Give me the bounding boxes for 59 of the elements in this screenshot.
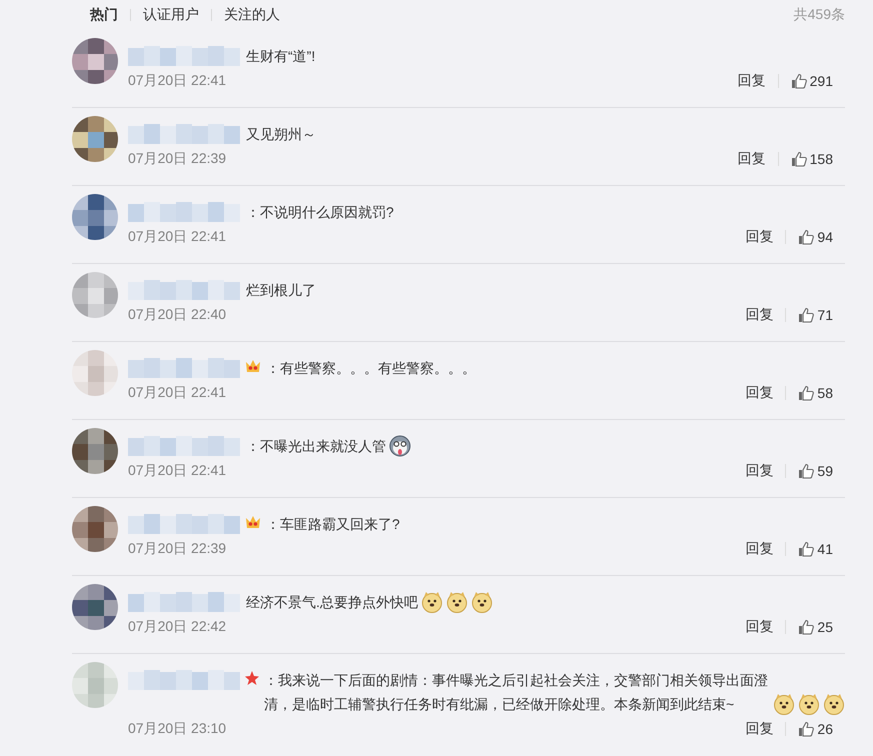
- dog-face-icon: [446, 591, 468, 613]
- comment-time: 07月20日 22:39: [128, 150, 226, 168]
- comment-text: ：不说明什么原因就罚?: [245, 203, 394, 222]
- crown-icon: [244, 358, 262, 374]
- comment-text: ：我来说一下后面的剧情：事件曝光之后引起社会关注，交警部门相关领导出面澄清，是临时工辅警执行任务时有纰漏，已经做开除处理。本条新闻到此结束~: [263, 671, 769, 714]
- like-button[interactable]: 291: [790, 73, 845, 89]
- thumbs-up-icon: [798, 385, 814, 401]
- reply-link[interactable]: 回复: [745, 720, 774, 738]
- reply-link[interactable]: 回复: [745, 228, 774, 246]
- like-button[interactable]: 71: [798, 307, 845, 323]
- comment-text: 烂到根儿了: [245, 281, 316, 300]
- dog-face-icon: [823, 693, 845, 715]
- comment-text: 生财有“道”!: [245, 47, 316, 66]
- comment-time: 07月20日 22:40: [128, 306, 226, 324]
- reply-link[interactable]: 回复: [745, 306, 774, 324]
- comment-text: 又见朔州～: [245, 125, 316, 144]
- thumbs-up-icon: [798, 721, 814, 737]
- like-button[interactable]: 158: [790, 151, 845, 167]
- comment-text: ：不曝光出来就没人管: [245, 437, 386, 456]
- comment-count: 共459条: [794, 6, 845, 24]
- thumbs-up-icon: [798, 463, 814, 479]
- comment-text: ：有些警察。。。有些警察。。。: [265, 359, 476, 378]
- comment-time: 07月20日 22:41: [128, 72, 226, 90]
- thumbs-up-icon: [790, 151, 807, 167]
- comment-tab[interactable]: 认证用户: [143, 6, 199, 24]
- reply-link[interactable]: 回复: [745, 462, 774, 480]
- comment-time: 07月20日 23:10: [128, 720, 226, 738]
- dog-face-icon: [773, 693, 795, 715]
- thumbs-up-icon: [798, 619, 814, 635]
- comment-time: 07月20日 22:42: [128, 618, 226, 636]
- reply-link[interactable]: 回复: [745, 384, 774, 402]
- dog-face-icon: [470, 591, 493, 613]
- comment-text: ：车匪路霸又回来了?: [265, 515, 400, 534]
- comment-time: 07月20日 22:41: [128, 462, 226, 480]
- comment-tab[interactable]: 关注的人: [224, 6, 280, 24]
- comment-time: 07月20日 22:41: [128, 384, 226, 402]
- like-button[interactable]: 58: [798, 385, 845, 401]
- reply-link[interactable]: 回复: [745, 618, 774, 636]
- reply-link[interactable]: 回复: [738, 150, 766, 168]
- like-button[interactable]: 94: [798, 229, 845, 245]
- like-button[interactable]: 26: [798, 721, 845, 737]
- comment-tab[interactable]: 热门: [90, 6, 118, 24]
- comment-time: 07月20日 22:39: [128, 540, 226, 558]
- comment-time: 07月20日 22:41: [128, 228, 226, 246]
- reply-link[interactable]: 回复: [738, 72, 766, 90]
- thumbs-up-icon: [798, 229, 814, 245]
- thumbs-up-icon: [790, 73, 807, 89]
- dog-face-icon: [420, 591, 443, 613]
- reply-link[interactable]: 回复: [745, 540, 774, 558]
- dog-face-icon: [389, 435, 411, 457]
- thumbs-up-icon: [798, 541, 814, 557]
- star-icon: [244, 670, 260, 686]
- dog-face-icon: [798, 693, 820, 715]
- thumbs-up-icon: [798, 307, 814, 323]
- comment-text: 经济不景气.总要挣点外快吧: [245, 593, 418, 612]
- like-button[interactable]: 25: [798, 619, 845, 635]
- like-button[interactable]: 59: [798, 463, 845, 479]
- like-button[interactable]: 41: [798, 541, 845, 557]
- crown-icon: [244, 514, 262, 530]
